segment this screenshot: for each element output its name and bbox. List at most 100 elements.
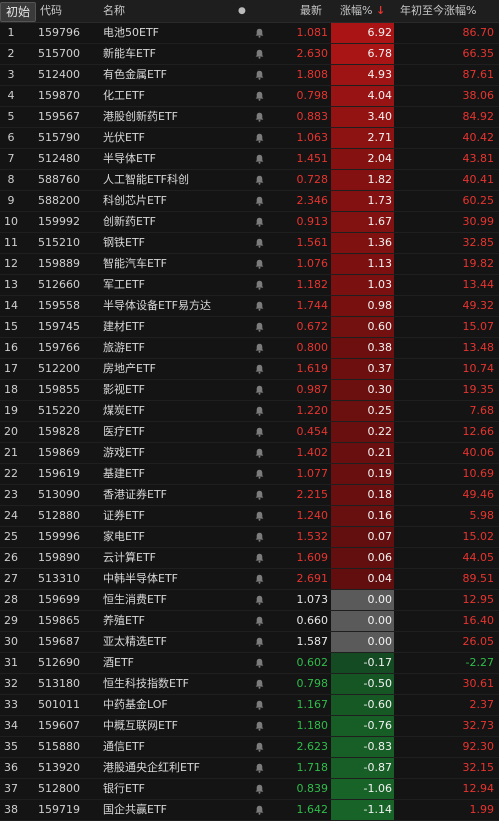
- bell-icon[interactable]: [252, 296, 266, 316]
- bell-icon[interactable]: [252, 695, 266, 715]
- bell-icon[interactable]: [252, 632, 266, 652]
- row-price: 0.839: [296, 782, 329, 795]
- header-code[interactable]: 代码: [40, 0, 62, 22]
- initial-badge[interactable]: 初始: [0, 2, 36, 22]
- row-index: 21: [4, 446, 18, 459]
- table-row[interactable]: 38 159719 国企共赢ETF 1.642 -1.14 1.99: [0, 800, 499, 821]
- table-row[interactable]: 25 159996 家电ETF 1.532 0.07 15.02: [0, 527, 499, 548]
- table-row[interactable]: 11 515210 钢铁ETF 1.561 1.36 32.85: [0, 233, 499, 254]
- row-name: 半导体设备ETF易方达: [103, 299, 211, 312]
- table-row[interactable]: 10 159992 创新药ETF 0.913 1.67 30.99: [0, 212, 499, 233]
- bell-icon[interactable]: [252, 380, 266, 400]
- bell-icon[interactable]: [252, 149, 266, 169]
- bell-icon[interactable]: [252, 86, 266, 106]
- header-name[interactable]: 名称: [103, 0, 125, 22]
- table-row[interactable]: 4 159870 化工ETF 0.798 4.04 38.06: [0, 86, 499, 107]
- bell-icon[interactable]: [252, 191, 266, 211]
- table-row[interactable]: 37 512800 银行ETF 0.839 -1.06 12.94: [0, 779, 499, 800]
- bell-icon[interactable]: [252, 170, 266, 190]
- table-header: 初始 代码 名称 ● 最新 涨幅% ↓ 年初至今涨幅%: [0, 0, 499, 23]
- table-row[interactable]: 2 515700 新能车ETF 2.630 6.78 66.35: [0, 44, 499, 65]
- row-code: 513310: [38, 572, 80, 585]
- table-row[interactable]: 32 513180 恒生科技指数ETF 0.798 -0.50 30.61: [0, 674, 499, 695]
- table-row[interactable]: 23 513090 香港证券ETF 2.215 0.18 49.46: [0, 485, 499, 506]
- table-row[interactable]: 7 512480 半导体ETF 1.451 2.04 43.81: [0, 149, 499, 170]
- row-index: 37: [4, 782, 18, 795]
- bell-icon[interactable]: [252, 233, 266, 253]
- bell-icon[interactable]: [252, 44, 266, 64]
- row-code: 159687: [38, 635, 80, 648]
- bell-icon[interactable]: [252, 611, 266, 631]
- row-index: 29: [4, 614, 18, 627]
- row-index: 23: [4, 488, 18, 501]
- bell-icon[interactable]: [252, 65, 266, 85]
- table-row[interactable]: 16 159766 旅游ETF 0.800 0.38 13.48: [0, 338, 499, 359]
- bell-icon[interactable]: [252, 317, 266, 337]
- table-row[interactable]: 21 159869 游戏ETF 1.402 0.21 40.06: [0, 443, 499, 464]
- row-ytd: 44.05: [462, 551, 495, 564]
- row-code: 159992: [38, 215, 80, 228]
- table-row[interactable]: 19 515220 煤炭ETF 1.220 0.25 7.68: [0, 401, 499, 422]
- bell-icon[interactable]: [252, 275, 266, 295]
- bell-icon[interactable]: [252, 590, 266, 610]
- bell-icon[interactable]: [252, 443, 266, 463]
- table-row[interactable]: 33 501011 中药基金LOF 1.167 -0.60 2.37: [0, 695, 499, 716]
- table-row[interactable]: 15 159745 建材ETF 0.672 0.60 15.07: [0, 317, 499, 338]
- row-change: -0.17: [331, 653, 394, 673]
- bell-icon[interactable]: [252, 128, 266, 148]
- table-row[interactable]: 12 159889 智能汽车ETF 1.076 1.13 19.82: [0, 254, 499, 275]
- header-price[interactable]: 最新: [300, 0, 322, 22]
- table-row[interactable]: 30 159687 亚太精选ETF 1.587 0.00 26.05: [0, 632, 499, 653]
- bell-icon[interactable]: [252, 464, 266, 484]
- row-change: 0.38: [331, 338, 394, 358]
- header-change[interactable]: 涨幅% ↓: [340, 0, 385, 22]
- bell-icon[interactable]: [252, 758, 266, 778]
- bell-icon[interactable]: [252, 674, 266, 694]
- table-row[interactable]: 13 512660 军工ETF 1.182 1.03 13.44: [0, 275, 499, 296]
- table-row[interactable]: 29 159865 养殖ETF 0.660 0.00 16.40: [0, 611, 499, 632]
- header-ytd[interactable]: 年初至今涨幅%: [400, 0, 476, 22]
- table-row[interactable]: 9 588200 科创芯片ETF 2.346 1.73 60.25: [0, 191, 499, 212]
- table-row[interactable]: 14 159558 半导体设备ETF易方达 1.744 0.98 49.32: [0, 296, 499, 317]
- table-row[interactable]: 36 513920 港股通央企红利ETF 1.718 -0.87 32.15: [0, 758, 499, 779]
- bell-icon[interactable]: [252, 737, 266, 757]
- table-row[interactable]: 28 159699 恒生消费ETF 1.073 0.00 12.95: [0, 590, 499, 611]
- table-row[interactable]: 22 159619 基建ETF 1.077 0.19 10.69: [0, 464, 499, 485]
- table-row[interactable]: 8 588760 人工智能ETF科创 0.728 1.82 40.41: [0, 170, 499, 191]
- bell-icon[interactable]: [252, 485, 266, 505]
- bell-icon[interactable]: [252, 716, 266, 736]
- row-price: 1.744: [296, 299, 329, 312]
- table-row[interactable]: 1 159796 电池50ETF 1.081 6.92 86.70: [0, 23, 499, 44]
- bell-icon[interactable]: [252, 779, 266, 799]
- row-change: -0.60: [331, 695, 394, 715]
- bell-icon[interactable]: [252, 527, 266, 547]
- table-row[interactable]: 3 512400 有色金属ETF 1.808 4.93 87.61: [0, 65, 499, 86]
- bell-icon[interactable]: [252, 254, 266, 274]
- row-code: 512880: [38, 509, 80, 522]
- bell-icon[interactable]: [252, 569, 266, 589]
- bell-icon[interactable]: [252, 401, 266, 421]
- table-row[interactable]: 26 159890 云计算ETF 1.609 0.06 44.05: [0, 548, 499, 569]
- bell-icon[interactable]: [252, 422, 266, 442]
- table-row[interactable]: 18 159855 影视ETF 0.987 0.30 19.35: [0, 380, 499, 401]
- bell-icon[interactable]: [252, 338, 266, 358]
- table-row[interactable]: 6 515790 光伏ETF 1.063 2.71 40.42: [0, 128, 499, 149]
- bell-icon[interactable]: [252, 548, 266, 568]
- bell-icon[interactable]: [252, 107, 266, 127]
- bell-icon[interactable]: [252, 23, 266, 43]
- table-row[interactable]: 20 159828 医疗ETF 0.454 0.22 12.66: [0, 422, 499, 443]
- bell-icon[interactable]: [252, 506, 266, 526]
- row-name: 电池50ETF: [103, 26, 159, 39]
- header-dot-icon[interactable]: ●: [238, 0, 246, 22]
- table-row[interactable]: 5 159567 港股创新药ETF 0.883 3.40 84.92: [0, 107, 499, 128]
- table-row[interactable]: 34 159607 中概互联网ETF 1.180 -0.76 32.73: [0, 716, 499, 737]
- table-row[interactable]: 27 513310 中韩半导体ETF 2.691 0.04 89.51: [0, 569, 499, 590]
- bell-icon[interactable]: [252, 653, 266, 673]
- table-row[interactable]: 35 515880 通信ETF 2.623 -0.83 92.30: [0, 737, 499, 758]
- table-row[interactable]: 31 512690 酒ETF 0.602 -0.17 -2.27: [0, 653, 499, 674]
- bell-icon[interactable]: [252, 800, 266, 820]
- table-row[interactable]: 24 512880 证券ETF 1.240 0.16 5.98: [0, 506, 499, 527]
- bell-icon[interactable]: [252, 359, 266, 379]
- bell-icon[interactable]: [252, 212, 266, 232]
- table-row[interactable]: 17 512200 房地产ETF 1.619 0.37 10.74: [0, 359, 499, 380]
